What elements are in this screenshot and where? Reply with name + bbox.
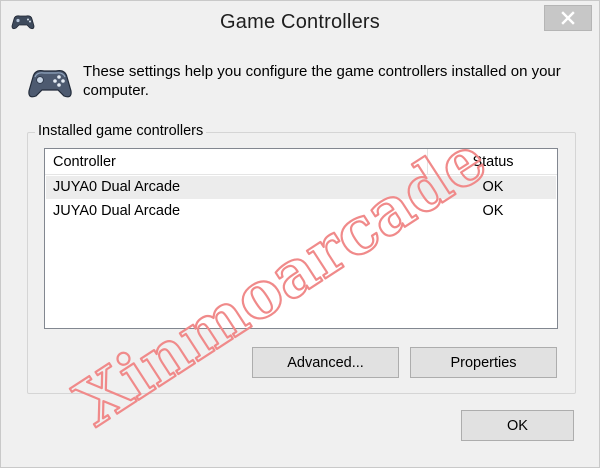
controller-name: JUYA0 Dual Arcade [53, 179, 181, 195]
properties-button[interactable]: Properties [410, 347, 557, 378]
controllers-list[interactable]: Controller Status JUYA0 Dual Arcade OK J… [44, 148, 558, 329]
column-header-controller[interactable]: Controller [45, 149, 428, 175]
advanced-button[interactable]: Advanced... [252, 347, 399, 378]
controller-status: OK [482, 179, 504, 195]
controller-name: JUYA0 Dual Arcade [53, 203, 181, 219]
title-bar: Game Controllers [1, 1, 599, 43]
close-icon [561, 11, 575, 25]
window-title: Game Controllers [220, 11, 380, 33]
ok-button[interactable]: OK [461, 410, 574, 441]
group-label: Installed game controllers [35, 123, 207, 139]
column-header-status[interactable]: Status [429, 149, 557, 175]
description-text: These settings help you configure the ga… [83, 63, 561, 99]
game-controllers-window: Game Controllers These settings help you… [0, 0, 600, 468]
list-header: Controller Status [45, 149, 557, 175]
list-item[interactable]: JUYA0 Dual Arcade OK [46, 200, 556, 223]
list-item[interactable]: JUYA0 Dual Arcade OK [46, 176, 556, 199]
close-button[interactable] [544, 5, 592, 31]
gamepad-icon [27, 63, 73, 103]
controller-status: OK [482, 203, 504, 219]
